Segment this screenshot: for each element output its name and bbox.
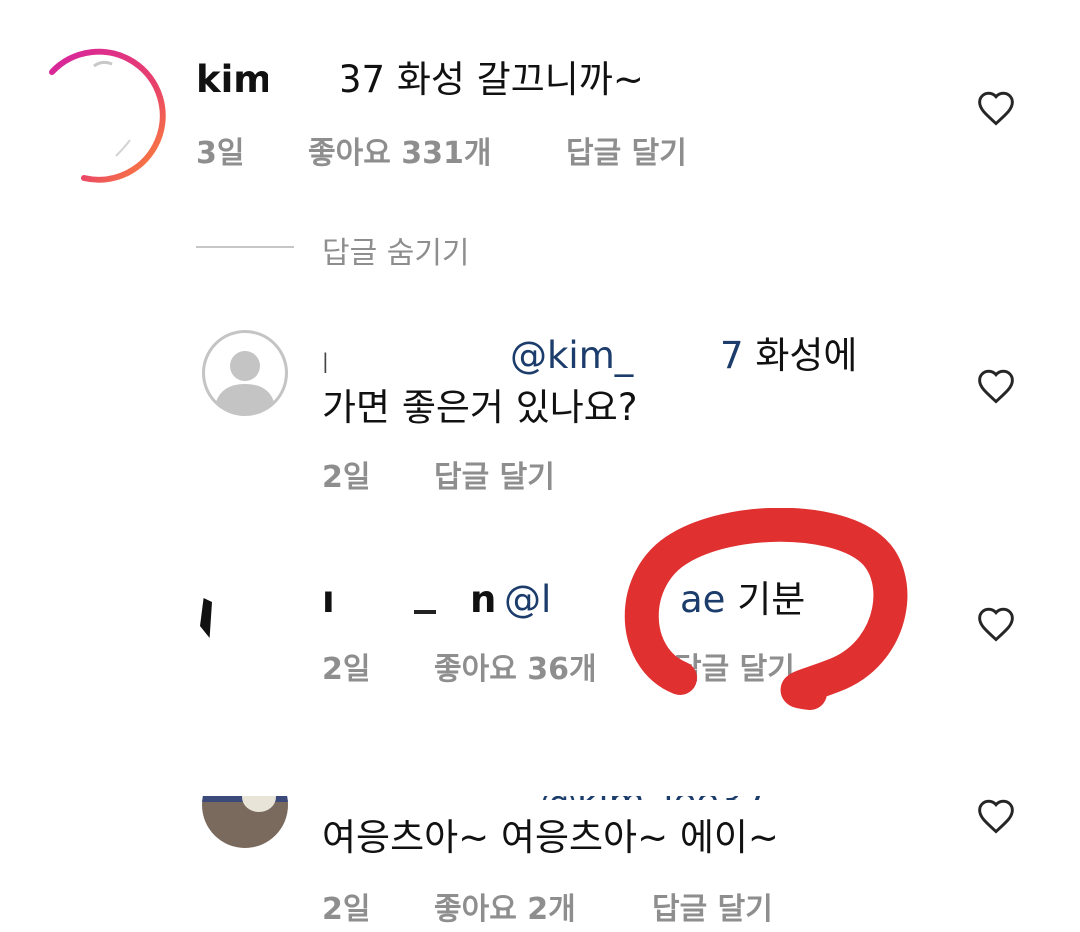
heart-icon[interactable] — [976, 90, 1016, 126]
comment-username[interactable]: kim — [196, 58, 272, 101]
like-count[interactable]: 좋아요 331개 — [308, 128, 491, 172]
reply-timestamp: 2일 — [322, 892, 371, 927]
reply-username-fragment[interactable]: ı — [322, 578, 335, 621]
mention-link[interactable]: @l — [504, 574, 551, 626]
heart-icon[interactable] — [976, 798, 1016, 834]
redaction — [268, 58, 342, 106]
avatar-story-ring[interactable] — [44, 44, 170, 184]
reply-text: 여응츠아~ 여응츠아~ 에이~ — [322, 816, 779, 859]
heart-icon[interactable] — [976, 368, 1016, 404]
reply-text-line2: 가면 좋은거 있나요? — [322, 386, 638, 429]
red-annotation-circle — [624, 508, 908, 710]
username-redaction-dash — [414, 610, 436, 614]
clipped-header: @kim_lee37 — [200, 740, 840, 800]
reply-button[interactable]: 답글 달기 — [434, 452, 555, 496]
divider-line — [196, 246, 294, 248]
reply-username-fragment[interactable]: | — [322, 349, 329, 373]
heart-icon[interactable] — [976, 606, 1016, 642]
reply-text-line1: 7 화성에 — [720, 334, 858, 377]
avatar-fragment[interactable] — [200, 598, 212, 638]
like-count[interactable]: 좋아요 2개 — [434, 884, 576, 928]
comment-text: 37 화성 갈끄니까~ — [338, 58, 644, 101]
default-avatar-icon[interactable] — [202, 330, 288, 416]
reply-button[interactable]: 답글 달기 — [566, 128, 687, 172]
reply-username-fragment[interactable]: n — [470, 574, 496, 626]
reply-timestamp: 2일 — [322, 652, 371, 687]
mention-link[interactable]: @kim_ — [510, 330, 633, 382]
reply-button[interactable]: 답글 달기 — [652, 884, 773, 928]
reply-timestamp: 2일 — [322, 460, 371, 495]
hide-replies-button[interactable]: 답글 숨기기 — [322, 228, 470, 272]
comment-timestamp: 3일 — [196, 136, 245, 171]
like-count[interactable]: 좋아요 36개 — [434, 644, 597, 688]
